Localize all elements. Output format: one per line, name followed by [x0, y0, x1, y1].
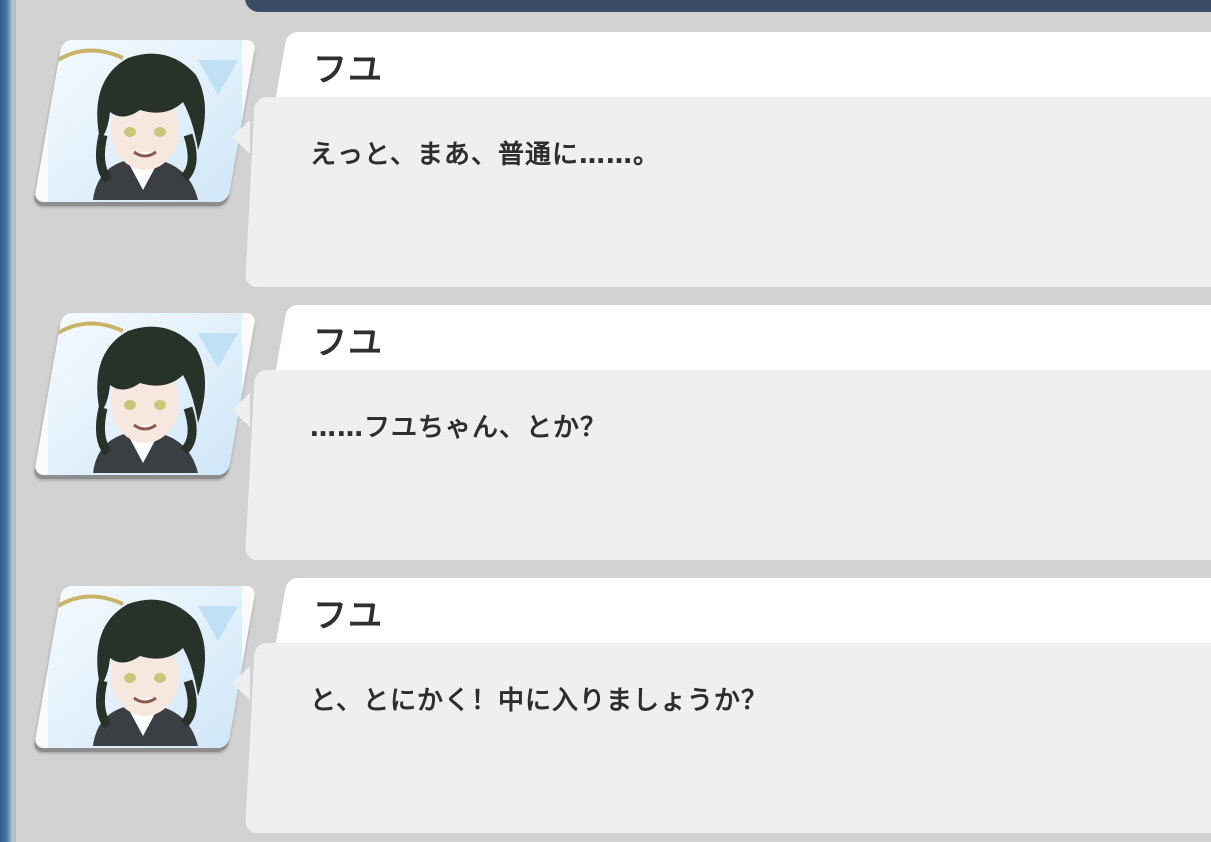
- dialogue-log[interactable]: フユ えっと、まあ、普通に……。 フユ ……フユちゃん、とか？ フユ と、とにか…: [0, 0, 1211, 842]
- message-bubble: [245, 97, 1211, 287]
- avatar: [33, 586, 257, 748]
- dialogue-entry: フユ ……フユちゃん、とか？: [0, 305, 1211, 567]
- avatar: [33, 313, 257, 475]
- bubble-tail: [232, 120, 250, 154]
- character-portrait-icon: [48, 40, 242, 202]
- message-text: と、とにかく！中に入りましょうか？: [310, 686, 768, 716]
- message-bubble: [245, 643, 1211, 833]
- speaker-name: フユ: [313, 323, 383, 363]
- speaker-name: フユ: [313, 50, 383, 90]
- name-tab: [274, 578, 1211, 650]
- avatar: [33, 40, 257, 202]
- name-tab: [274, 32, 1211, 104]
- name-tab: [274, 305, 1211, 377]
- speaker-name: フユ: [313, 596, 383, 636]
- bubble-tail: [232, 666, 250, 700]
- character-portrait-icon: [48, 313, 242, 475]
- message-text: ……フユちゃん、とか？: [310, 413, 608, 443]
- dialogue-entry: フユ と、とにかく！中に入りましょうか？: [0, 578, 1211, 840]
- dialogue-entry: フユ えっと、まあ、普通に……。: [0, 32, 1211, 294]
- bubble-tail: [232, 393, 250, 427]
- message-text: えっと、まあ、普通に……。: [310, 140, 660, 170]
- message-bubble: [245, 370, 1211, 560]
- character-portrait-icon: [48, 586, 242, 748]
